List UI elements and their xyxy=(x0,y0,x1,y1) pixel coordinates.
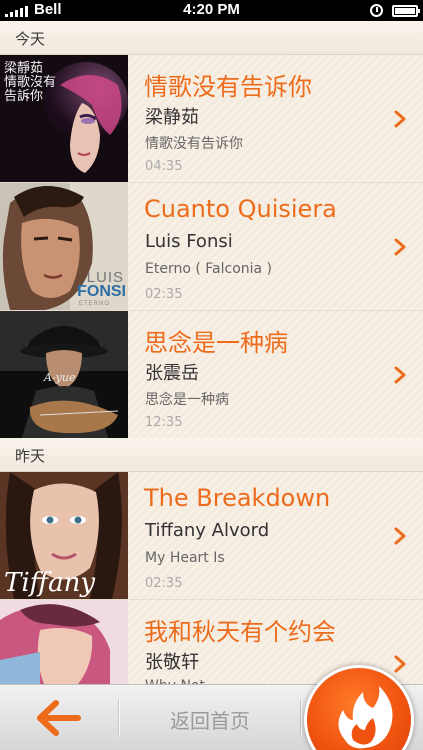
song-title: 我和秋天有个约会 xyxy=(144,618,336,646)
song-row[interactable]: LUIS FONSI ETERNO Cuanto Quisiera Luis F… xyxy=(0,183,423,311)
battery-icon xyxy=(392,5,420,17)
divider xyxy=(118,699,119,737)
cover-album-text: ETERNO xyxy=(78,301,110,307)
back-button[interactable] xyxy=(0,685,118,750)
song-artist: Luis Fonsi xyxy=(145,231,233,252)
song-album: 思念是一种病 xyxy=(145,392,229,408)
flame-icon xyxy=(338,686,393,749)
fire-button[interactable] xyxy=(307,668,411,750)
song-row[interactable]: Tiffany The Breakdown Tiffany Alvord My … xyxy=(0,472,423,600)
chevron-right-icon xyxy=(394,238,406,256)
song-album: Eterno ( Falconia ) xyxy=(145,261,273,277)
cover-script-text: Tiffany xyxy=(4,568,96,598)
song-artist: 张震岳 xyxy=(145,363,199,384)
screen: Bell 4:20 PM 今天 梁靜茹 情歌沒有 告訴你 情歌没有告诉你 梁静茹… xyxy=(0,0,423,750)
section-header-yesterday: 昨天 xyxy=(0,438,423,472)
album-cover: LUIS FONSI ETERNO xyxy=(0,183,128,310)
section-label: 今天 xyxy=(15,30,46,48)
back-arrow-icon xyxy=(37,700,81,736)
song-title: 情歌没有告诉你 xyxy=(144,73,312,101)
song-artist: 梁静茹 xyxy=(145,107,199,128)
song-title: Cuanto Quisiera xyxy=(144,195,337,223)
song-album: My Heart Is xyxy=(145,550,225,566)
song-artist: 张敬轩 xyxy=(145,652,199,673)
cover-artist-text: FONSI xyxy=(77,283,126,300)
rotation-lock-icon xyxy=(370,4,383,17)
cover-script-text: A-yue xyxy=(44,371,76,384)
album-cover: 梁靜茹 情歌沒有 告訴你 xyxy=(0,55,128,182)
song-album: 情歌没有告诉你 xyxy=(145,136,243,152)
divider xyxy=(300,699,301,737)
album-cover: A-yue xyxy=(0,311,128,438)
song-title: 思念是一种病 xyxy=(144,329,288,357)
song-artist: Tiffany Alvord xyxy=(145,520,270,541)
song-title: The Breakdown xyxy=(144,484,331,512)
song-duration: 12:35 xyxy=(145,415,183,430)
song-row[interactable]: 梁靜茹 情歌沒有 告訴你 情歌没有告诉你 梁静茹 情歌没有告诉你 04:35 xyxy=(0,55,423,183)
cover-title-text: 梁靜茹 情歌沒有 告訴你 xyxy=(4,60,57,103)
home-button[interactable]: 返回首页 xyxy=(120,705,300,734)
song-duration: 04:35 xyxy=(145,159,183,174)
chevron-right-icon xyxy=(394,366,406,384)
song-row[interactable]: A-yue 思念是一种病 张震岳 思念是一种病 12:35 xyxy=(0,311,423,439)
status-bar: Bell 4:20 PM xyxy=(0,0,423,21)
clock: 4:20 PM xyxy=(183,1,240,18)
section-label: 昨天 xyxy=(15,447,46,465)
chevron-right-icon xyxy=(394,110,406,128)
song-duration: 02:35 xyxy=(145,576,183,591)
section-header-today: 今天 xyxy=(0,21,423,55)
chevron-right-icon xyxy=(394,527,406,545)
song-duration: 02:35 xyxy=(145,287,183,302)
album-cover: Tiffany xyxy=(0,472,128,599)
